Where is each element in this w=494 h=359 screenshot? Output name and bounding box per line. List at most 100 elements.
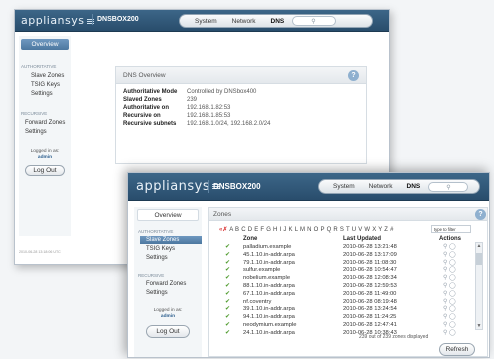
logout-button[interactable]: Log Out — [146, 325, 190, 338]
column-header-last-updated[interactable]: Last Updated — [343, 236, 381, 242]
alphabet-letters[interactable]: A B C D E F G H I J K L M N O P Q R S T … — [229, 227, 393, 233]
table-row[interactable]: ✔ nobelium.example 2010-06-28 12:08:34 ⚲ ◯ — [209, 275, 481, 283]
zone-name[interactable]: 94.1.10.in-addr.arpa — [243, 314, 295, 320]
search-input[interactable]: ⚲ — [428, 181, 469, 192]
help-icon[interactable]: ? — [475, 209, 486, 220]
sidebar-item-slave-zones[interactable]: Slave Zones — [31, 73, 71, 79]
sidebar-item-tsig-keys[interactable]: TSIG Keys — [31, 82, 71, 88]
check-icon: ✔ — [225, 290, 231, 297]
scroll-up-icon[interactable]: ▲ — [476, 243, 482, 249]
scrollbar-thumb[interactable] — [476, 253, 482, 265]
last-updated: 2010-06-28 11:24:25 — [343, 314, 397, 321]
check-icon: ✔ — [225, 267, 231, 274]
table-row[interactable]: ✔ 88.1.10.in-addr.arpa 2010-06-28 12:59:53… — [209, 283, 481, 291]
zone-name[interactable]: 45.1.10.in-addr.arpa — [243, 252, 295, 258]
overview-value: Controlled by DNSbox400 — [187, 89, 257, 95]
table-row[interactable]: ✔ 39.1.10.in-addr.arpa 2010-06-28 13:24:54… — [209, 306, 481, 314]
zone-name[interactable]: neodymium.example — [243, 322, 297, 328]
table-row[interactable]: ✔ 24.1.10.in-addr.arpa 2010-06-28 10:38:43… — [209, 330, 481, 338]
overview-label: Recursive subnets — [123, 121, 177, 127]
sidebar: Overview Authoritative Slave Zones TSIG … — [19, 36, 71, 236]
zone-name[interactable]: nf.coventry — [243, 299, 271, 305]
nav-dns[interactable]: DNS — [407, 183, 421, 190]
sidebar-item-recursive-settings[interactable]: Settings — [146, 290, 202, 296]
row-actions-icon[interactable]: ⚲ ◯ — [443, 274, 456, 281]
device-name: DNSBOX200 — [92, 14, 139, 25]
zone-name[interactable]: 39.1.10.in-addr.arpa — [243, 306, 295, 312]
row-actions-icon[interactable]: ⚲ ◯ — [443, 329, 456, 336]
row-actions-icon[interactable]: ⚲ ◯ — [443, 243, 456, 250]
table-row[interactable]: ✔ 79.1.10.in-addr.arpa 2010-06-28 11:08:30… — [209, 260, 481, 268]
zone-name[interactable]: 24.1.10.in-addr.arpa — [243, 330, 295, 336]
table-row[interactable]: ✔ 67.1.10.in-addr.arpa 2010-06-28 11:49:00… — [209, 291, 481, 299]
zone-name[interactable]: palladium.example — [243, 244, 291, 250]
sidebar-item-forward-zones[interactable]: Forward Zones — [25, 120, 71, 126]
sidebar-item-settings[interactable]: Settings — [31, 91, 71, 97]
scrollbar[interactable]: ▲ ▼ — [475, 242, 483, 330]
zone-name[interactable]: 79.1.10.in-addr.arpa — [243, 260, 295, 266]
column-header-zone[interactable]: Zone — [243, 236, 257, 242]
zone-filter-input[interactable]: type to filter — [431, 225, 471, 233]
overview-label: Recursive on — [123, 113, 161, 119]
device-name: DNSBOX200 — [208, 180, 261, 193]
nav-network[interactable]: Network — [232, 18, 256, 25]
sidebar-item-tsig-keys[interactable]: TSIG Keys — [146, 246, 202, 252]
row-actions-icon[interactable]: ⚲ ◯ — [443, 282, 456, 289]
sidebar-item-overview[interactable]: Overview — [21, 39, 69, 50]
username: admin — [37, 155, 53, 160]
nav-system[interactable]: System — [333, 183, 355, 190]
main-nav: System Network DNS ⚲ — [179, 14, 373, 28]
panel-title: DNS Overview — [123, 72, 166, 79]
last-updated: 2010-06-28 11:08:30 — [343, 259, 397, 266]
zone-name[interactable]: sulfur.example — [243, 267, 280, 273]
check-icon: ✔ — [225, 298, 231, 305]
nav-system[interactable]: System — [195, 18, 217, 25]
check-icon: ✔ — [225, 314, 231, 321]
row-actions-icon[interactable]: ⚲ ◯ — [443, 313, 456, 320]
row-actions-icon[interactable]: ⚲ ◯ — [443, 266, 456, 273]
check-icon: ✔ — [225, 251, 231, 258]
scroll-down-icon[interactable]: ▼ — [476, 323, 482, 329]
nav-dns[interactable]: DNS — [271, 18, 285, 25]
sidebar-item-settings[interactable]: Settings — [146, 255, 202, 261]
last-updated: 2010-06-28 13:17:09 — [343, 251, 397, 258]
check-icon: ✔ — [225, 329, 231, 336]
row-actions-icon[interactable]: ⚲ ◯ — [443, 321, 456, 328]
sidebar-group-authoritative: Authoritative — [21, 64, 57, 69]
logout-button[interactable]: Log Out — [25, 165, 65, 176]
sidebar-item-forward-zones[interactable]: Forward Zones — [146, 281, 202, 287]
row-actions-icon[interactable]: ⚲ ◯ — [443, 259, 456, 266]
alphabet-filter[interactable]: «✗ A B C D E F G H I J K L M N O P Q R S… — [219, 226, 393, 233]
zone-name[interactable]: nobelium.example — [243, 275, 290, 281]
clear-filter-icon[interactable]: «✗ — [219, 227, 227, 233]
logged-in-label: Logged in as: — [153, 308, 183, 313]
search-input[interactable]: ⚲ — [292, 16, 337, 26]
nav-network[interactable]: Network — [369, 183, 393, 190]
sidebar-item-slave-zones[interactable]: Slave Zones — [140, 236, 202, 244]
logged-in-label: Logged in as: — [30, 149, 60, 154]
table-row[interactable]: ✔ palladium.example 2010-06-28 13:21:48 ⚲ ◯ — [209, 244, 481, 252]
row-actions-icon[interactable]: ⚲ ◯ — [443, 290, 456, 297]
table-row[interactable]: ✔ sulfur.example 2010-06-28 10:54:47 ⚲ ◯ — [209, 267, 481, 275]
header-bar: appliansys DNSBOX200 System Network DNS … — [15, 10, 389, 32]
logged-in-info: Logged in as: admin — [134, 308, 202, 320]
sidebar-item-overview[interactable]: Overview — [137, 209, 199, 221]
help-icon[interactable]: ? — [348, 70, 359, 81]
zone-name[interactable]: 88.1.10.in-addr.arpa — [243, 283, 295, 289]
table-row[interactable]: ✔ 94.1.10.in-addr.arpa 2010-06-28 11:24:25… — [209, 314, 481, 322]
column-header-actions: Actions — [439, 236, 462, 242]
row-actions-icon[interactable]: ⚲ ◯ — [443, 305, 456, 312]
row-actions-icon[interactable]: ⚲ ◯ — [443, 298, 456, 305]
last-updated: 2010-06-28 13:24:54 — [343, 306, 397, 313]
footer-timestamp: 2010-06-28 13:18:06 UTC — [19, 250, 61, 254]
last-updated: 2010-06-28 12:59:53 — [343, 282, 397, 289]
table-row[interactable]: ✔ 45.1.10.in-addr.arpa 2010-06-28 13:17:09… — [209, 252, 481, 260]
sidebar-group-recursive: Recursive — [21, 111, 48, 116]
username: admin — [160, 314, 176, 319]
table-row[interactable]: ✔ neodymium.example 2010-06-28 12:47:41 ⚲ ◯ — [209, 322, 481, 330]
refresh-button[interactable]: Refresh — [439, 343, 475, 356]
row-actions-icon[interactable]: ⚲ ◯ — [443, 251, 456, 258]
sidebar-item-recursive-settings[interactable]: Settings — [25, 129, 71, 135]
zone-name[interactable]: 67.1.10.in-addr.arpa — [243, 291, 295, 297]
table-row[interactable]: ✔ nf.coventry 2010-06-28 08:19:48 ⚲ ◯ — [209, 299, 481, 307]
